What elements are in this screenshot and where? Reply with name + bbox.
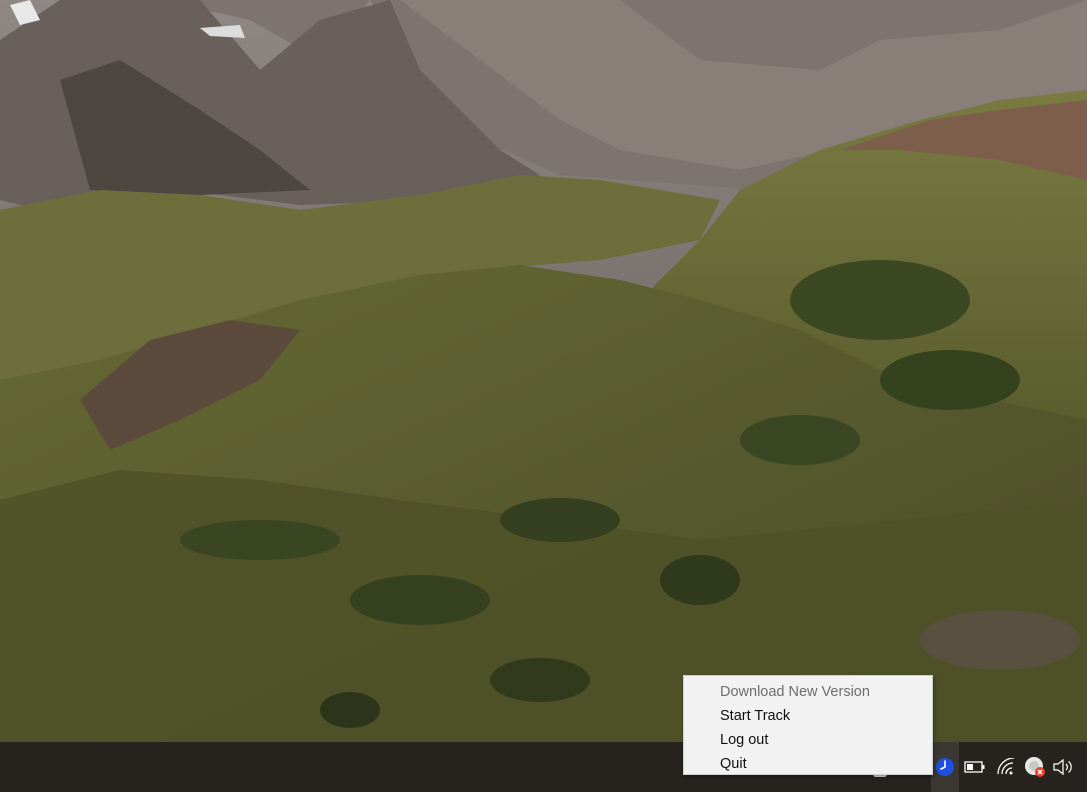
sync-error-icon (1025, 757, 1045, 777)
clock-app-icon (936, 758, 954, 776)
menu-item-quit[interactable]: Quit (684, 752, 932, 776)
menu-item-download-new-version: Download New Version (720, 684, 870, 700)
menu-item-start-track[interactable]: Start Track (684, 704, 932, 728)
tray-network-button[interactable] (993, 742, 1019, 792)
tray-time-tracker-button[interactable] (931, 742, 959, 792)
wifi-icon (997, 758, 1015, 775)
tray-sync-status-button[interactable] (1021, 742, 1049, 792)
battery-icon (964, 761, 985, 773)
desktop-wallpaper (0, 0, 1087, 742)
tray-volume-button[interactable] (1050, 742, 1076, 792)
menu-item-log-out[interactable]: Log out (684, 728, 932, 752)
tray-battery-button[interactable] (962, 742, 988, 792)
desktop: Download New Version Start Track Log out… (0, 0, 1087, 792)
volume-icon (1053, 758, 1072, 776)
tray-context-menu: Download New Version Start Track Log out… (683, 675, 933, 775)
